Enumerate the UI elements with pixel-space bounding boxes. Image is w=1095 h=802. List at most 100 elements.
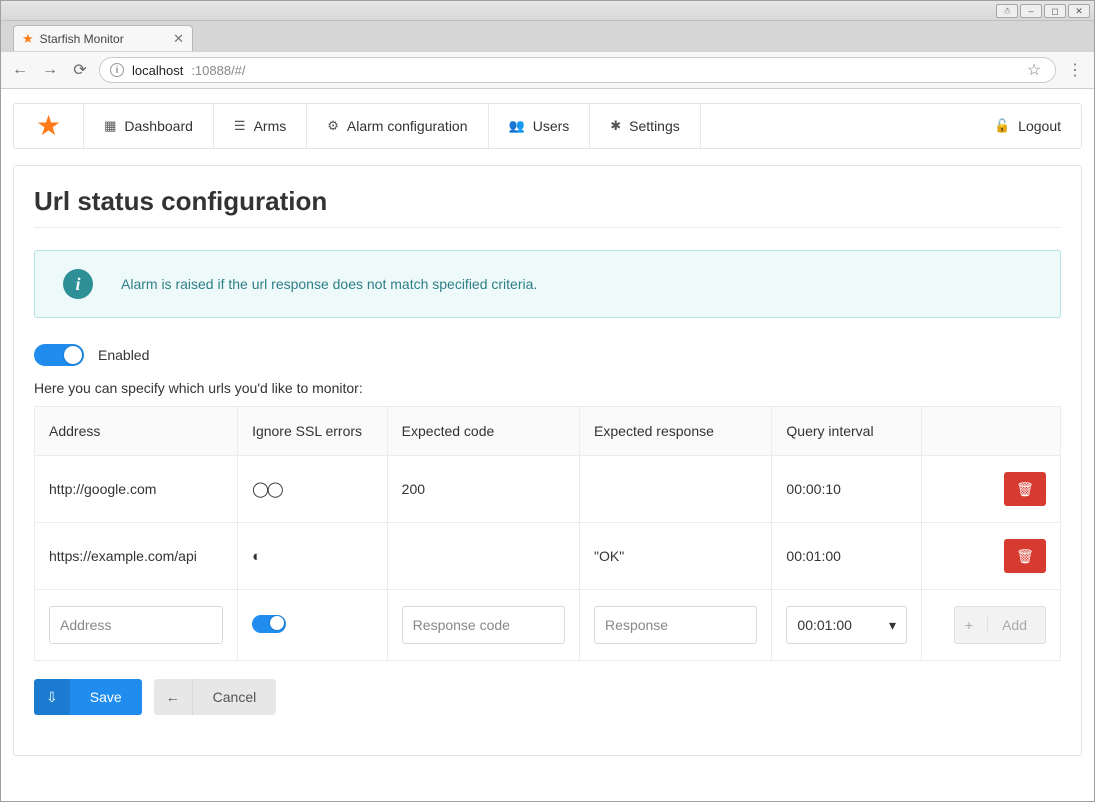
cell-expected-code: 200 [387, 456, 579, 523]
cell-address: https://example.com/api [35, 523, 238, 590]
browser-menu-icon[interactable]: ⋮ [1064, 60, 1086, 80]
header-expected-code: Expected code [387, 407, 579, 456]
response-placeholder: Response [605, 617, 668, 633]
enabled-label: Enabled [98, 347, 149, 363]
cell-query-interval: 00:00:10 [772, 456, 922, 523]
trash-icon: 🗑 [1016, 481, 1034, 498]
header-ignore-ssl: Ignore SSL errors [238, 407, 388, 456]
cell-address: http://google.com [35, 456, 238, 523]
description-text: Here you can specify which urls you'd li… [34, 380, 1061, 396]
ssl-on-icon: ◐ [252, 548, 259, 565]
alarm-config-icon: ⚙ [327, 118, 339, 134]
info-banner: i Alarm is raised if the url response do… [34, 250, 1061, 318]
nav-label: Dashboard [124, 118, 193, 134]
browser-toolbar: ← → ⟳ i localhost :10888/#/ ☆ ⋮ [1, 51, 1094, 89]
chevron-down-icon: ▾ [889, 617, 896, 634]
star-icon: ★ [22, 31, 34, 47]
delete-button[interactable]: 🗑 [1004, 472, 1046, 506]
info-icon: i [63, 269, 93, 299]
url-table: Address Ignore SSL errors Expected code … [34, 406, 1061, 661]
brand-logo[interactable]: ★ [14, 104, 84, 148]
arms-icon: ☰ [234, 118, 246, 134]
url-bar[interactable]: i localhost :10888/#/ ☆ [99, 57, 1056, 83]
response-input[interactable]: Response [594, 606, 757, 644]
trash-icon: 🗑 [1016, 548, 1034, 565]
nav-users[interactable]: 👥 Users [489, 104, 591, 148]
nav-label: Users [533, 118, 570, 134]
nav-spacer [701, 104, 974, 148]
browser-tabstrip: ★ Starfish Monitor ✕ [1, 21, 1094, 51]
main-panel: Url status configuration i Alarm is rais… [13, 165, 1082, 756]
reload-button[interactable]: ⟳ [69, 60, 91, 80]
nav-label: Alarm configuration [347, 118, 468, 134]
nav-label: Settings [629, 118, 680, 134]
bookmark-star-icon[interactable]: ☆ [1023, 60, 1045, 80]
address-input[interactable]: Address [49, 606, 223, 644]
star-icon: ★ [36, 112, 61, 140]
nav-logout[interactable]: 🔓 Logout [974, 104, 1081, 148]
info-text: Alarm is raised if the url response does… [121, 276, 537, 292]
ssl-off-icon: ◯◯ [252, 481, 282, 498]
nav-alarm-configuration[interactable]: ⚙ Alarm configuration [307, 104, 488, 148]
url-path: :10888/#/ [191, 63, 245, 78]
settings-icon: ✱ [610, 118, 621, 134]
header-actions [922, 407, 1061, 456]
unlock-icon: 🔓 [994, 118, 1010, 134]
response-code-input[interactable]: Response code [402, 606, 565, 644]
cell-expected-response: "OK" [580, 523, 772, 590]
os-titlebar: ☃ – ◻ ✕ [1, 1, 1094, 21]
header-query-interval: Query interval [772, 407, 922, 456]
nav-settings[interactable]: ✱ Settings [590, 104, 701, 148]
add-label: Add [1002, 617, 1027, 633]
nav-arms[interactable]: ☰ Arms [214, 104, 307, 148]
delete-button[interactable]: 🗑 [1004, 539, 1046, 573]
cell-query-interval: 00:01:00 [772, 523, 922, 590]
os-maximize-button[interactable]: ◻ [1044, 4, 1066, 18]
code-placeholder: Response code [413, 617, 510, 633]
table-row: http://google.com ◯◯ 200 00:00:10 🗑 [35, 456, 1061, 523]
back-button[interactable]: ← [9, 61, 31, 79]
enabled-row: Enabled [34, 344, 1061, 366]
os-close-button[interactable]: ✕ [1068, 4, 1090, 18]
plus-icon: + [965, 617, 988, 633]
tab-close-icon[interactable]: ✕ [173, 31, 184, 47]
cell-expected-code [387, 523, 579, 590]
table-new-row: Address Response code Response 00:01:00 ▾… [35, 590, 1061, 661]
cell-ignore-ssl: ◯◯ [238, 456, 388, 523]
ignore-ssl-toggle[interactable] [252, 615, 286, 633]
cell-ignore-ssl: ◐ [238, 523, 388, 590]
save-label: Save [70, 689, 142, 705]
enabled-toggle[interactable] [34, 344, 84, 366]
page-area: ★ ▦ Dashboard ☰ Arms ⚙ Alarm configurati… [1, 89, 1094, 801]
app-nav: ★ ▦ Dashboard ☰ Arms ⚙ Alarm configurati… [13, 103, 1082, 149]
download-icon: ⇩ [34, 679, 70, 715]
interval-value: 00:01:00 [797, 617, 852, 633]
save-button[interactable]: ⇩ Save [34, 679, 142, 715]
button-bar: ⇩ Save ← Cancel [34, 679, 1061, 715]
address-placeholder: Address [60, 617, 111, 633]
nav-dashboard[interactable]: ▦ Dashboard [84, 104, 214, 148]
url-host: localhost [132, 63, 183, 78]
table-header-row: Address Ignore SSL errors Expected code … [35, 407, 1061, 456]
page-title: Url status configuration [34, 186, 1061, 228]
header-address: Address [35, 407, 238, 456]
header-expected-response: Expected response [580, 407, 772, 456]
browser-tab[interactable]: ★ Starfish Monitor ✕ [13, 25, 193, 51]
os-user-icon[interactable]: ☃ [996, 4, 1018, 18]
table-row: https://example.com/api ◐ "OK" 00:01:00 … [35, 523, 1061, 590]
add-button[interactable]: + Add [954, 606, 1046, 644]
dashboard-icon: ▦ [104, 118, 116, 134]
users-icon: 👥 [509, 118, 525, 134]
arrow-left-icon: ← [154, 679, 193, 715]
cell-expected-response [580, 456, 772, 523]
forward-button[interactable]: → [39, 61, 61, 79]
info-icon: i [110, 63, 124, 77]
os-window: ☃ – ◻ ✕ ★ Starfish Monitor ✕ ← → ⟳ i loc… [0, 0, 1095, 802]
os-minimize-button[interactable]: – [1020, 4, 1042, 18]
interval-select[interactable]: 00:01:00 ▾ [786, 606, 907, 644]
browser-tab-title: Starfish Monitor [40, 32, 124, 46]
nav-label: Arms [254, 118, 287, 134]
nav-label: Logout [1018, 118, 1061, 134]
cancel-label: Cancel [193, 689, 277, 705]
cancel-button[interactable]: ← Cancel [154, 679, 277, 715]
